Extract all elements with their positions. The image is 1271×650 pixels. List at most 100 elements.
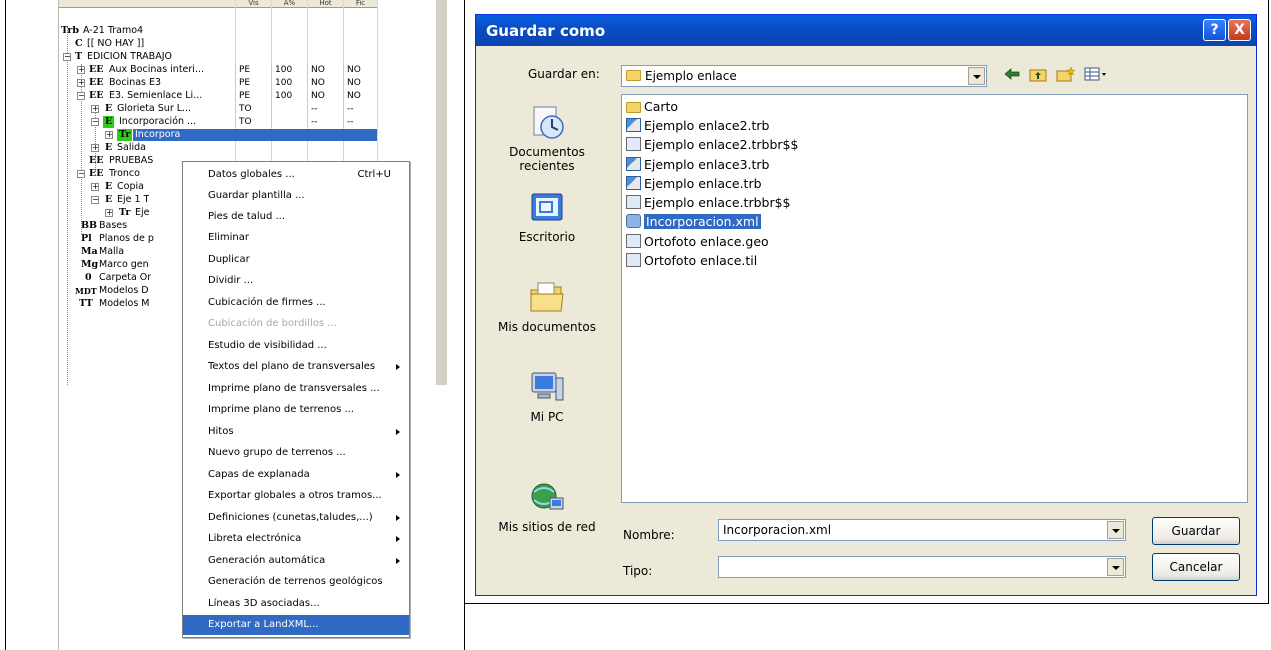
expand-icon[interactable]: +: [91, 183, 99, 191]
dialog-titlebar[interactable]: Guardar como ? X: [476, 15, 1256, 46]
tree-row-label: Copia: [117, 181, 144, 192]
submenu-arrow-icon: [396, 364, 400, 370]
up-folder-icon[interactable]: [1029, 66, 1047, 82]
menu-item-lineas-3d[interactable]: Líneas 3D asociadas...: [183, 594, 409, 614]
trb-file-icon: [626, 118, 641, 132]
menu-item-definiciones[interactable]: Definiciones (cunetas,taludes,...): [183, 508, 409, 528]
expand-icon[interactable]: +: [105, 131, 113, 139]
menu-item-datos-globales[interactable]: Datos globales ... Ctrl+U: [183, 165, 409, 185]
expand-icon[interactable]: +: [91, 144, 99, 152]
place-network[interactable]: Mis sitios de red: [483, 480, 611, 534]
tree-type-icon: MDT: [75, 286, 97, 296]
menu-item-cubicacion-firmes[interactable]: Cubicación de firmes ...: [183, 293, 409, 313]
chevron-down-icon[interactable]: [1107, 558, 1124, 576]
column-header-vis[interactable]: Vis: [235, 0, 271, 8]
tree-row[interactable]: + EE Aux Bocinas interi... PE 100 NO NO: [59, 64, 377, 76]
expand-icon[interactable]: +: [77, 79, 85, 87]
my-documents-icon: [530, 282, 564, 312]
place-my-documents[interactable]: Mis documentos: [483, 280, 611, 334]
generic-file-icon: [626, 137, 641, 151]
tree-row[interactable]: + E Glorieta Sur L... TO -- --: [59, 103, 377, 115]
collapse-icon[interactable]: −: [63, 53, 71, 61]
save-in-dropdown[interactable]: Ejemplo enlace: [621, 65, 987, 87]
tree-row[interactable]: − T EDICION TRABAJO: [59, 51, 377, 63]
place-desktop[interactable]: Escritorio: [483, 190, 611, 244]
tree-type-icon: BB: [81, 220, 98, 231]
folder-icon: [626, 102, 641, 113]
file-type-dropdown[interactable]: [718, 556, 1126, 578]
file-item[interactable]: Ejemplo enlace.trb: [626, 175, 762, 193]
file-item[interactable]: Ejemplo enlace2.trb: [626, 117, 769, 135]
save-button[interactable]: Guardar: [1152, 517, 1240, 545]
file-item[interactable]: Ortofoto enlace.til: [626, 252, 757, 270]
file-item[interactable]: Ejemplo enlace.trbbr$$: [626, 194, 791, 212]
file-item[interactable]: Ejemplo enlace2.trbbr$$: [626, 136, 798, 154]
menu-item-eliminar[interactable]: Eliminar: [183, 228, 409, 248]
cancel-button[interactable]: Cancelar: [1152, 553, 1240, 581]
cell-hot: NO: [307, 90, 343, 102]
tree-row[interactable]: Trb A-21 Tramo4: [59, 25, 377, 37]
file-name-input[interactable]: Incorporacion.xml: [718, 519, 1126, 541]
chevron-down-icon[interactable]: [968, 67, 985, 85]
tree-row-label: Salida: [117, 142, 146, 153]
tree-row-label: Incorpora: [133, 129, 377, 141]
menu-item-pies-de-talud[interactable]: Pies de talud ...: [183, 207, 409, 227]
menu-item-guardar-plantilla[interactable]: Guardar plantilla ...: [183, 186, 409, 206]
menu-item-hitos[interactable]: Hitos: [183, 422, 409, 442]
expand-icon[interactable]: +: [77, 66, 85, 74]
column-header-hot[interactable]: Hot: [307, 0, 343, 8]
new-folder-icon[interactable]: [1056, 66, 1076, 82]
tree-row-selected[interactable]: + Tr Incorpora: [59, 129, 377, 141]
cell-vis: TO: [235, 103, 271, 115]
help-button[interactable]: ?: [1203, 19, 1226, 41]
collapse-icon[interactable]: −: [91, 118, 99, 126]
menu-item-exportar-landxml[interactable]: Exportar a LandXML...: [183, 615, 409, 635]
menu-item-capas-explanada[interactable]: Capas de explanada: [183, 465, 409, 485]
tree-row[interactable]: C [[ NO HAY ]]: [59, 38, 377, 50]
generic-file-icon: [626, 253, 641, 267]
cell-fic: --: [343, 103, 379, 115]
cell-fic: NO: [343, 77, 379, 89]
cell-pct: 100: [271, 77, 307, 89]
tree-row[interactable]: + E Salida: [59, 142, 377, 154]
menu-item-nuevo-grupo-terrenos[interactable]: Nuevo grupo de terrenos ...: [183, 443, 409, 463]
tree-type-icon: EE: [89, 77, 104, 88]
file-item[interactable]: Ejemplo enlace3.trb: [626, 156, 769, 174]
tree-type-icon: C: [75, 38, 83, 49]
tree-row[interactable]: − EE E3. Semienlace Li... PE 100 NO NO: [59, 90, 377, 102]
menu-item-exportar-globales[interactable]: Exportar globales a otros tramos...: [183, 486, 409, 506]
tree-row[interactable]: − E Incorporación ... TO -- --: [59, 116, 377, 128]
expand-icon[interactable]: +: [91, 105, 99, 113]
menu-item-generacion-terrenos-geologicos[interactable]: Generación de terrenos geológicos: [183, 572, 409, 592]
file-item[interactable]: Ortofoto enlace.geo: [626, 233, 769, 251]
column-header-fic[interactable]: Fic: [343, 0, 377, 8]
menu-item-dividir[interactable]: Dividir ...: [183, 271, 409, 291]
place-recent-documents[interactable]: Documentos recientes: [483, 105, 611, 173]
recent-documents-icon: [533, 106, 564, 139]
collapse-icon[interactable]: −: [77, 92, 85, 100]
view-menu-icon[interactable]: [1084, 66, 1108, 82]
menu-item-textos-plano-transversales[interactable]: Textos del plano de transversales: [183, 357, 409, 377]
file-item[interactable]: Carto: [626, 98, 678, 116]
expand-icon[interactable]: +: [105, 209, 113, 217]
tree-scrollbar[interactable]: [435, 0, 447, 385]
menu-item-estudio-visibilidad[interactable]: Estudio de visibilidad ...: [183, 336, 409, 356]
menu-item-libreta-electronica[interactable]: Libreta electrónica: [183, 529, 409, 549]
menu-item-duplicar[interactable]: Duplicar: [183, 250, 409, 270]
cell-vis: PE: [235, 90, 271, 102]
file-list[interactable]: Carto Ejemplo enlace2.trb Ejemplo enlace…: [621, 94, 1248, 503]
collapse-icon[interactable]: −: [77, 170, 85, 178]
column-header-pct[interactable]: A%: [271, 0, 307, 8]
menu-item-imprime-plano-transversales[interactable]: Imprime plano de transversales ...: [183, 379, 409, 399]
place-my-computer[interactable]: Mi PC: [483, 370, 611, 424]
back-icon[interactable]: [1003, 66, 1021, 82]
menu-item-imprime-plano-terrenos[interactable]: Imprime plano de terrenos ...: [183, 400, 409, 420]
file-item-selected[interactable]: Incorporacion.xml: [626, 213, 761, 231]
document-frame-bottom: [464, 603, 1269, 604]
close-button[interactable]: X: [1228, 19, 1251, 41]
tree-type-icon: T: [75, 51, 83, 62]
chevron-down-icon[interactable]: [1107, 521, 1124, 539]
collapse-icon[interactable]: −: [91, 196, 99, 204]
menu-item-generacion-automatica[interactable]: Generación automática: [183, 551, 409, 571]
tree-row[interactable]: + EE Bocinas E3 PE 100 NO NO: [59, 77, 377, 89]
